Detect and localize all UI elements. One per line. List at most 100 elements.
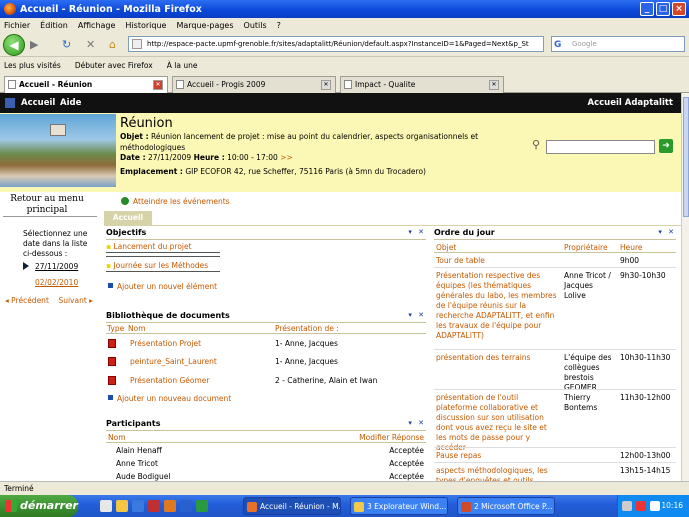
bookmarks-toolbar: Les plus visités Débuter avec Firefox À … — [0, 57, 689, 73]
quicklaunch-icon[interactable] — [116, 500, 128, 512]
page-icon — [176, 80, 184, 89]
taskbar-task-firefox[interactable]: Accueil - Réunion - M... — [243, 497, 341, 515]
document-link[interactable]: Présentation Géomer — [130, 376, 210, 385]
agenda-item-link[interactable]: présentation des terrains — [436, 353, 530, 362]
list-item[interactable]: ▪ Journée sur les Méthodes — [106, 261, 208, 270]
menu-affichage[interactable]: Affichage — [78, 21, 116, 30]
add-item-link[interactable]: Ajouter un nouvel élément — [108, 282, 217, 291]
bookmark-most-visited[interactable]: Les plus visités — [4, 61, 61, 70]
webpart-title: Participants — [106, 419, 426, 431]
document-link[interactable]: Présentation Projet — [130, 339, 201, 348]
time-more-link[interactable]: >> — [280, 153, 293, 162]
list-item[interactable]: ▪ Lancement du projet — [106, 242, 192, 251]
agenda-owner: Anne Tricot / Jacques Lolive — [564, 271, 611, 300]
reload-icon[interactable]: ↻ — [62, 38, 71, 51]
add-document-link[interactable]: Ajouter un nouveau document — [108, 394, 231, 403]
date-link[interactable]: 02/02/2010 — [35, 278, 78, 287]
document-link[interactable]: peinture_Saint_Laurent — [130, 357, 217, 366]
column-header-nom[interactable]: Nom — [108, 433, 126, 442]
menu-edition[interactable]: Édition — [40, 21, 68, 30]
forward-icon[interactable]: ▶ — [30, 38, 38, 51]
security-icon[interactable] — [636, 501, 646, 511]
menu-historique[interactable]: Historique — [125, 21, 166, 30]
search-box[interactable]: G Google — [551, 36, 685, 52]
bookmark-getting-started[interactable]: Débuter avec Firefox — [75, 61, 153, 70]
start-button[interactable]: démarrer — [0, 495, 78, 517]
site-nav-help[interactable]: Aide — [60, 98, 81, 108]
meeting-location: GIP ECOFOR 42, rue Scheffer, 75116 Paris… — [185, 166, 426, 176]
bookmark-headlines[interactable]: À la une — [167, 61, 198, 70]
current-date-arrow-icon — [23, 262, 29, 270]
pager: ◂ Précédent Suivant ▸ — [5, 296, 93, 305]
close-tab-icon[interactable]: ✕ — [153, 80, 163, 90]
close-tab-icon[interactable]: ✕ — [321, 80, 331, 90]
window-controls: _ □ × — [640, 2, 686, 16]
agenda-item-link[interactable]: Tour de table — [436, 256, 485, 265]
agenda-item-link[interactable]: présentation de l'outil plateforme colla… — [436, 393, 558, 453]
minimize-button[interactable]: _ — [640, 2, 654, 16]
quicklaunch-icon[interactable] — [132, 500, 144, 512]
agenda-item-link[interactable]: aspects méthodologiques, les types d'enq… — [436, 466, 558, 481]
agenda-item-link[interactable]: Pause repas — [436, 451, 481, 460]
back-to-menu-link[interactable]: Retour au menu principal — [8, 194, 86, 216]
stop-icon[interactable]: ✕ — [86, 38, 95, 51]
menu-fichier[interactable]: Fichier — [4, 21, 30, 30]
firefox-window: Accueil - Réunion - Mozilla Firefox _ □ … — [0, 0, 689, 517]
windows-logo-icon — [5, 500, 17, 512]
date-link-current[interactable]: 27/11/2009 — [35, 262, 78, 271]
site-nav-home[interactable]: Accueil — [21, 98, 55, 108]
browser-tab-reunion[interactable]: Accueil - Réunion ✕ — [4, 76, 168, 93]
column-header-presentation[interactable]: Présentation de : — [275, 324, 339, 333]
quicklaunch-icon[interactable] — [148, 500, 160, 512]
events-link[interactable]: Atteindre les événements — [121, 197, 230, 206]
firefox-icon — [247, 502, 257, 512]
title-bar: Accueil - Réunion - Mozilla Firefox _ □ … — [0, 0, 689, 18]
webpart-menu-icon[interactable]: ▾ ✕ — [408, 228, 426, 236]
tab-accueil[interactable]: Accueil — [104, 211, 152, 225]
column-header-type[interactable]: Type — [107, 324, 124, 333]
quicklaunch-icon[interactable] — [164, 500, 176, 512]
site-title-link[interactable]: Accueil Adaptalitt — [588, 98, 674, 108]
meeting-objet: Réunion lancement de projet : mise au po… — [120, 132, 479, 152]
previous-link[interactable]: ◂ Précédent — [5, 296, 49, 305]
search-go-button[interactable]: ➜ — [659, 139, 673, 153]
column-header-nom[interactable]: Nom — [128, 324, 146, 333]
taskbar-task-office[interactable]: 2 Microsoft Office P... — [457, 497, 555, 515]
close-button[interactable]: × — [672, 2, 686, 16]
site-search-input[interactable] — [546, 140, 655, 154]
network-icon[interactable] — [622, 501, 632, 511]
menu-help[interactable]: ? — [277, 21, 281, 30]
sharepoint-logo-icon — [5, 98, 15, 108]
quicklaunch-icon[interactable] — [100, 500, 112, 512]
menu-outils[interactable]: Outils — [244, 21, 267, 30]
column-header-objet[interactable]: Objet — [436, 243, 456, 252]
volume-icon[interactable] — [650, 501, 660, 511]
vertical-scrollbar[interactable] — [681, 93, 689, 481]
scrollbar-thumb[interactable] — [683, 97, 689, 217]
home-icon[interactable]: ⌂ — [109, 38, 116, 51]
webpart-title: Objectifs — [106, 228, 426, 240]
quicklaunch-icon[interactable] — [196, 500, 208, 512]
column-header-proprietaire[interactable]: Propriétaire — [564, 243, 608, 252]
column-header-reponse[interactable]: Modifier Réponse — [359, 433, 424, 442]
agenda-owner: L'équipe des collègues brestois GEOMER — [564, 353, 612, 392]
maximize-button[interactable]: □ — [656, 2, 670, 16]
next-link[interactable]: Suivant ▸ — [58, 296, 92, 305]
webpart-menu-icon[interactable]: ▾ ✕ — [408, 419, 426, 427]
agenda-item-link[interactable]: Présentation respective des équipes (les… — [436, 271, 558, 341]
url-bar[interactable]: http://espace-pacte.upmf-grenoble.fr/sit… — [128, 36, 544, 52]
site-photo — [0, 114, 116, 187]
window-title: Accueil - Réunion - Mozilla Firefox — [20, 3, 202, 15]
browser-tab-strip: Accueil - Réunion ✕ Accueil - Progis 200… — [0, 73, 689, 93]
browser-tab-progis[interactable]: Accueil - Progis 2009 ✕ — [172, 76, 336, 93]
webpart-menu-icon[interactable]: ▾ ✕ — [408, 311, 426, 319]
webpart-menu-icon[interactable]: ▾ ✕ — [658, 228, 676, 236]
column-header-heure[interactable]: Heure — [620, 243, 643, 252]
back-button[interactable]: ◀ — [3, 34, 25, 56]
close-tab-icon[interactable]: ✕ — [489, 80, 499, 90]
browser-tab-impact[interactable]: Impact - Qualite ✕ — [340, 76, 504, 93]
taskbar-task-explorer[interactable]: 3 Explorateur Wind... — [350, 497, 448, 515]
quicklaunch-icon[interactable] — [180, 500, 192, 512]
menu-marque-pages[interactable]: Marque-pages — [176, 21, 233, 30]
participant-name: Alain Henaff — [116, 446, 162, 455]
